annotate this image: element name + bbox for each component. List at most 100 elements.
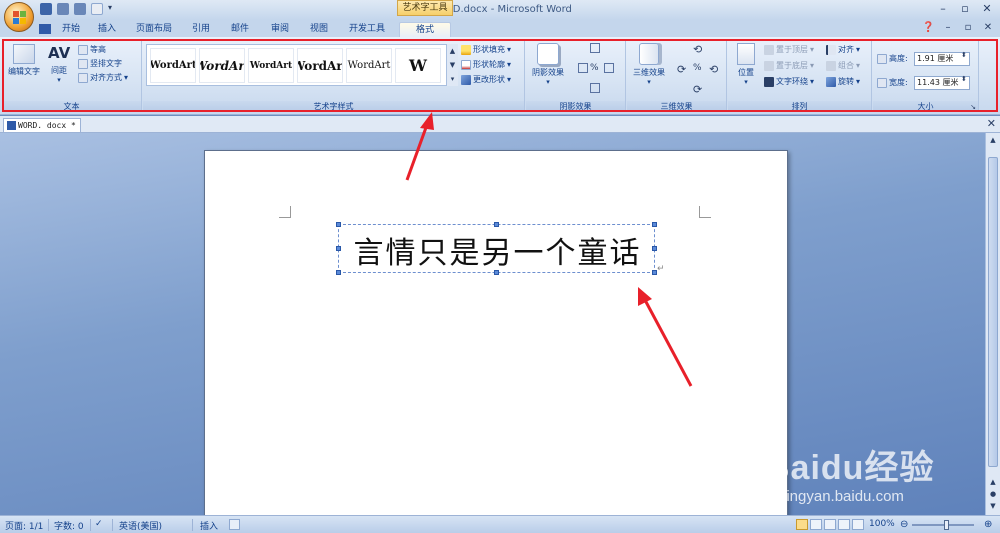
tab-home[interactable]: 开始 — [58, 22, 84, 37]
scroll-up-icon[interactable]: ▲ — [986, 135, 1000, 145]
minimize-icon[interactable]: – — [936, 3, 950, 15]
document-page[interactable]: 言情只是另一个童话 ↵ — [204, 150, 788, 515]
wordart-text[interactable]: 言情只是另一个童话 — [339, 225, 656, 274]
next-page-icon[interactable]: ▼ — [986, 501, 1000, 511]
align-dropdown-icon: ▾ — [856, 45, 861, 54]
view-draft-icon[interactable] — [852, 519, 864, 530]
shadow-effects-dropdown-icon: ▾ — [546, 78, 550, 86]
nudge-shadow-right-icon[interactable] — [604, 63, 614, 73]
status-word-count[interactable]: 字数: 0 — [54, 519, 84, 532]
nudge-shadow-up-icon[interactable] — [590, 43, 600, 53]
document-tab-close-icon[interactable]: ✕ — [987, 117, 996, 130]
wordart-style-2[interactable]: WordArt — [199, 48, 245, 83]
tab-insert[interactable]: 插入 — [94, 22, 120, 37]
vertical-text-button[interactable]: 竖排文字 — [78, 58, 122, 69]
status-insert-mode[interactable]: 插入 — [200, 519, 218, 532]
3d-effects-button[interactable]: 三维效果 ▾ — [629, 43, 669, 86]
tab-review[interactable]: 审阅 — [267, 22, 293, 37]
text-wrap-button[interactable]: 文字环绕 ▾ — [764, 76, 814, 87]
group-button[interactable]: 组合 ▾ — [826, 60, 860, 71]
tilt-up-icon[interactable]: ⟲ — [693, 43, 702, 56]
spacing-button[interactable]: AV 间距 ▾ — [46, 43, 72, 84]
resize-handle-left[interactable] — [336, 246, 341, 251]
wordart-style-4[interactable]: WordArt — [297, 48, 343, 83]
wordart-style-1[interactable]: WordArt — [150, 48, 196, 83]
tilt-left-icon[interactable]: ⟳ — [677, 63, 686, 76]
status-language[interactable]: 英语(美国) — [119, 519, 162, 532]
document-tab[interactable]: WORD. docx * — [3, 118, 81, 132]
macro-record-icon[interactable] — [229, 519, 240, 530]
shadow-toggle-icon[interactable]: % — [590, 63, 602, 73]
wordart-style-5[interactable]: WordArt — [346, 48, 392, 83]
gallery-more-icon[interactable]: ▾ — [447, 72, 458, 86]
shape-outline-dropdown-icon: ▾ — [507, 60, 512, 69]
scrollbar-thumb[interactable] — [988, 157, 998, 467]
gallery-scroll-down-icon[interactable]: ▼ — [447, 58, 458, 72]
align-button[interactable]: 对齐 ▾ — [826, 44, 860, 55]
spell-check-icon[interactable]: ✓ — [95, 519, 103, 529]
doc-restore-icon[interactable]: ▫ — [962, 22, 974, 33]
position-icon — [737, 43, 755, 65]
resize-handle-right[interactable] — [652, 246, 657, 251]
edit-text-button[interactable]: 编辑文字 — [6, 44, 42, 77]
office-button[interactable] — [4, 2, 34, 32]
rotate-button[interactable]: 旋转 ▾ — [826, 76, 860, 87]
tilt-right-icon[interactable]: ⟲ — [709, 63, 718, 76]
resize-handle-bottom[interactable] — [494, 270, 499, 275]
3d-toggle-icon[interactable]: % — [693, 63, 702, 73]
vertical-text-icon — [78, 58, 88, 69]
tab-mailings[interactable]: 邮件 — [227, 22, 253, 37]
nudge-shadow-left-icon[interactable] — [578, 63, 588, 73]
resize-handle-bottom-left[interactable] — [336, 270, 341, 275]
nudge-shadow-down-icon[interactable] — [590, 83, 600, 93]
zoom-slider-knob[interactable] — [944, 520, 949, 530]
align-text-button[interactable]: 对齐方式 ▾ — [78, 72, 128, 83]
margin-corner-top-right — [699, 206, 711, 218]
resize-handle-top-left[interactable] — [336, 222, 341, 227]
tab-page-layout[interactable]: 页面布局 — [133, 22, 175, 37]
vertical-scrollbar[interactable]: ▲ ▲ ● ▼ — [985, 133, 1000, 515]
shape-outline-button[interactable]: 形状轮廓 ▾ — [461, 59, 511, 70]
size-dialog-launcher-icon[interactable]: ↘ — [970, 103, 976, 111]
close-icon[interactable]: ✕ — [980, 3, 994, 15]
height-spinner-icon[interactable]: ⬍ — [961, 51, 967, 59]
bring-to-front-button[interactable]: 置于顶层 ▾ — [764, 44, 814, 55]
word-icon[interactable] — [37, 22, 53, 37]
view-print-layout-icon[interactable] — [796, 519, 808, 530]
width-spinner-icon[interactable]: ⬍ — [961, 75, 967, 83]
zoom-in-icon[interactable]: ⊕ — [984, 519, 992, 530]
gallery-scroll-up-icon[interactable]: ▲ — [447, 44, 458, 58]
tab-developer[interactable]: 开发工具 — [346, 22, 388, 37]
shadow-effects-button[interactable]: 阴影效果 ▾ — [528, 43, 568, 86]
view-outline-icon[interactable] — [838, 519, 850, 530]
prev-page-icon[interactable]: ▲ — [986, 477, 1000, 487]
doc-close-icon[interactable]: ✕ — [982, 22, 994, 33]
shape-fill-button[interactable]: 形状填充 ▾ — [461, 44, 511, 55]
zoom-slider[interactable] — [912, 524, 974, 526]
tilt-down-icon[interactable]: ⟳ — [693, 83, 702, 96]
send-to-back-button[interactable]: 置于底层 ▾ — [764, 60, 814, 71]
zoom-out-icon[interactable]: ⊖ — [900, 519, 908, 530]
tab-view[interactable]: 视图 — [306, 22, 332, 37]
view-web-layout-icon[interactable] — [824, 519, 836, 530]
resize-handle-top[interactable] — [494, 222, 499, 227]
browse-object-icon[interactable]: ● — [986, 489, 1000, 499]
view-full-screen-icon[interactable] — [810, 519, 822, 530]
wordart-style-6[interactable]: W — [395, 48, 441, 83]
zoom-level[interactable]: 100% — [869, 519, 895, 529]
equal-height-button[interactable]: 等高 — [78, 44, 106, 55]
window-controls: – ▫ ✕ — [936, 3, 994, 15]
doc-minimize-icon[interactable]: – — [942, 22, 954, 33]
status-page[interactable]: 页面: 1/1 — [5, 519, 43, 532]
rotate-icon — [826, 76, 836, 87]
position-button[interactable]: 位置 ▾ — [732, 43, 760, 86]
wordart-object[interactable]: 言情只是另一个童话 — [336, 222, 657, 275]
wordart-style-3[interactable]: WordArt — [248, 48, 294, 83]
change-shape-button[interactable]: 更改形状 ▾ — [461, 74, 511, 85]
maximize-icon[interactable]: ▫ — [958, 3, 972, 15]
resize-handle-top-right[interactable] — [652, 222, 657, 227]
help-icon[interactable]: ❓ — [922, 22, 934, 33]
wordart-gallery-scroll: ▲ ▼ ▾ — [446, 44, 458, 86]
tab-format[interactable]: 格式 — [399, 22, 451, 37]
tab-references[interactable]: 引用 — [188, 22, 214, 37]
